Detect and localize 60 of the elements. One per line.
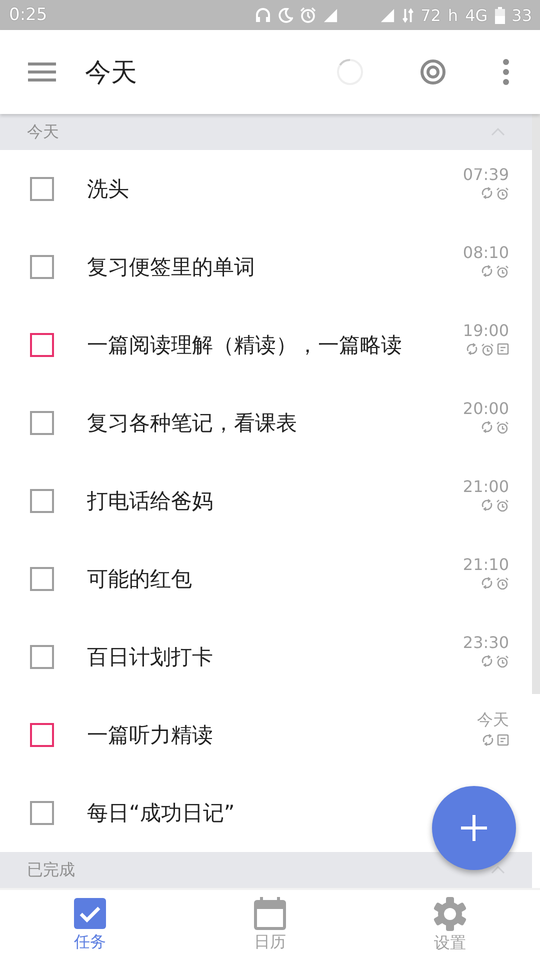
battery-icon (494, 6, 505, 24)
task-row[interactable]: 复习便签里的单词 08:10 (0, 228, 532, 306)
task-checkbox[interactable] (30, 489, 54, 513)
task-time: 08:10 (462, 242, 509, 262)
task-time: 20:00 (462, 398, 509, 418)
section-title: 今天 (27, 122, 59, 142)
signal-icon (380, 8, 395, 22)
task-checkbox[interactable] (30, 645, 54, 669)
task-row[interactable]: 一篇听力精读 今天 (0, 696, 532, 774)
task-row[interactable]: 打电话给爸妈 21:00 (0, 462, 532, 540)
task-row[interactable]: 百日计划打卡 23:30 (0, 618, 532, 696)
menu-icon[interactable] (28, 62, 56, 82)
task-title: 复习各种笔记，看课表 (87, 410, 298, 437)
task-checkbox[interactable] (30, 567, 54, 591)
task-checkbox[interactable] (30, 333, 54, 357)
add-button[interactable] (432, 786, 516, 870)
task-row[interactable]: 可能的红包 21:10 (0, 540, 532, 618)
task-time: 23:30 (462, 632, 509, 652)
task-title: 洗头 (87, 176, 130, 203)
task-time: 今天 (477, 710, 509, 731)
task-title: 复习便签里的单词 (87, 254, 256, 281)
target-icon[interactable] (420, 59, 446, 85)
alarm-icon (300, 7, 316, 23)
task-row[interactable]: 一篇阅读理解（精读），一篇略读 19:00 (0, 306, 532, 384)
moon-icon (278, 8, 293, 22)
headphones-icon (254, 7, 271, 23)
task-checkbox[interactable] (30, 177, 54, 201)
chevron-icon[interactable] (491, 866, 505, 874)
task-title: 每日“成功日记” (87, 800, 236, 827)
task-checkbox[interactable] (30, 723, 54, 747)
network-speed: 72 (420, 6, 441, 24)
network-type: 4G (465, 6, 488, 24)
status-time: 0:25 (9, 5, 48, 25)
task-row[interactable]: 洗头 07:39 (0, 150, 532, 228)
network-unit: h (448, 6, 458, 24)
task-time: 19:00 (462, 320, 509, 340)
task-title: 一篇听力精读 (87, 722, 214, 749)
signal-icon (322, 8, 338, 22)
section-title: 已完成 (27, 860, 75, 880)
task-title: 可能的红包 (87, 566, 193, 593)
plus-icon (461, 815, 487, 841)
task-row[interactable]: 复习各种笔记，看课表 20:00 (0, 384, 532, 462)
more-options-icon[interactable] (502, 59, 510, 85)
task-time: 21:00 (462, 476, 509, 496)
task-time: 07:39 (462, 164, 509, 184)
task-checkbox[interactable] (30, 411, 54, 435)
page-title: 今天 (85, 56, 138, 90)
task-checkbox[interactable] (30, 801, 54, 825)
task-title: 打电话给爸妈 (87, 488, 214, 515)
settings-icon (433, 896, 467, 930)
battery-level: 33 (512, 6, 532, 24)
nav-tab[interactable]: 任务 (0, 890, 180, 960)
task-row[interactable]: 每日“成功日记” (0, 774, 532, 852)
data-arrows-icon (402, 8, 414, 22)
task-title: 一篇阅读理解（精读），一篇略读 (87, 332, 403, 359)
task-time: 21:10 (462, 554, 509, 574)
checkbox-icon (73, 898, 107, 930)
task-checkbox[interactable] (30, 255, 54, 279)
calendar-icon (253, 897, 287, 930)
task-title: 百日计划打卡 (87, 644, 214, 671)
